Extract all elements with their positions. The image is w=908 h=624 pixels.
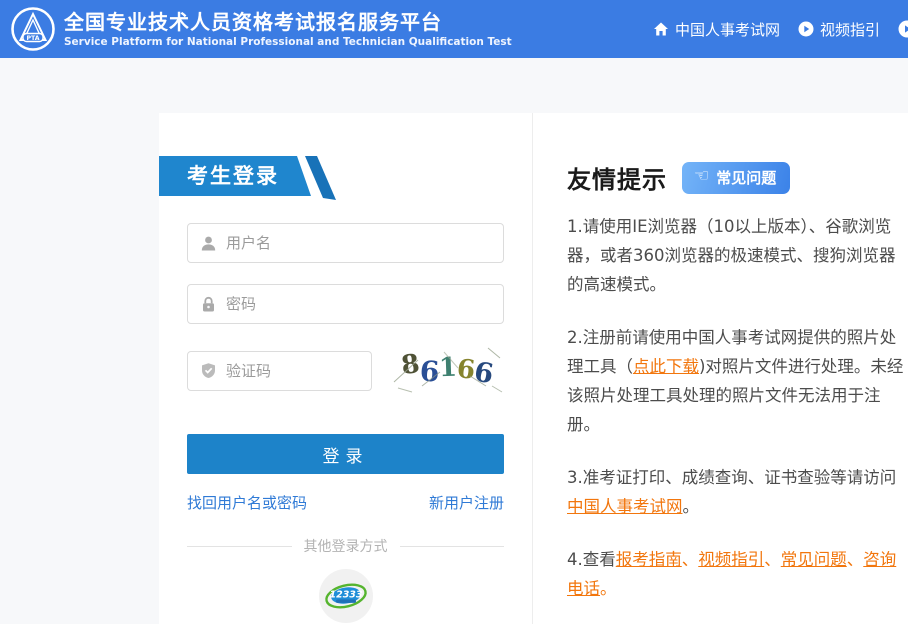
login-panel: 考生登录 <box>159 113 533 624</box>
user-icon <box>200 235 217 252</box>
tip-text: 1.请使用IE浏览器（10以上版本）、谷歌浏览器，或者360浏览器的极速模式、搜… <box>567 217 896 294</box>
other-login-divider: 其他登录方式 <box>187 536 504 556</box>
page: PTA 全国专业技术人员资格考试报名服务平台 Service Platform … <box>0 0 908 624</box>
tip-item: 2.注册前请使用中国人事考试网提供的照片处理工具（点此下载)对照片文件进行处理。… <box>567 323 908 439</box>
header-nav: 中国人事考试网 视频指引 <box>653 19 908 40</box>
page-title: 全国专业技术人员资格考试报名服务平台 <box>64 9 512 35</box>
play-icon-partial[interactable] <box>898 20 908 38</box>
captcha-input[interactable] <box>226 362 359 380</box>
tips-panel: 友情提示 ☜ 常见问题 1.请使用IE浏览器（10以上版本）、谷歌浏览器，或者3… <box>533 113 908 624</box>
login-button[interactable]: 登录 <box>187 434 504 474</box>
tip-text: 。 <box>683 497 700 516</box>
nav-link-label: 视频指引 <box>820 19 880 40</box>
nav-link-label: 中国人事考试网 <box>675 19 780 40</box>
cpta-logo-icon: PTA <box>10 6 56 52</box>
renshe-12333-login-button[interactable]: 12333 <box>319 569 373 623</box>
tips-header: 友情提示 ☜ 常见问题 <box>567 160 908 195</box>
tip-inline-link[interactable]: 报考指南 <box>616 550 682 569</box>
tips-list: 1.请使用IE浏览器（10以上版本）、谷歌浏览器，或者360浏览器的极速模式、搜… <box>567 212 908 603</box>
login-panel-ribbon: 考生登录 <box>159 156 337 202</box>
password-input[interactable] <box>226 295 491 313</box>
faq-button-label: 常见问题 <box>716 167 776 188</box>
password-field[interactable] <box>187 284 504 324</box>
tip-item: 3.准考证打印、成绩查询、证书查验等请访问中国人事考试网。 <box>567 463 908 521</box>
captcha-field[interactable] <box>187 351 372 391</box>
home-icon <box>653 21 669 37</box>
tip-item: 4.查看报考指南、视频指引、常见问题、咨询电话。 <box>567 545 908 603</box>
forgot-credentials-link[interactable]: 找回用户名或密码 <box>187 492 307 513</box>
tip-item: 1.请使用IE浏览器（10以上版本）、谷歌浏览器，或者360浏览器的极速模式、搜… <box>567 212 908 299</box>
login-form: 86166 登录 找回用户名或密码 <box>159 223 532 624</box>
nav-link-cpta-site[interactable]: 中国人事考试网 <box>653 19 780 40</box>
tip-text: 、 <box>764 550 781 569</box>
tip-text: 3.准考证打印、成绩查询、证书查验等请访问 <box>567 468 896 487</box>
shield-check-icon <box>200 362 217 379</box>
tip-text: 、 <box>847 550 864 569</box>
tip-inline-link[interactable]: 视频指引 <box>698 550 764 569</box>
page-subtitle: Service Platform for National Profession… <box>64 35 512 50</box>
logo-12333-icon: 12333 <box>324 581 368 611</box>
alt-login-methods: 12333 <box>187 569 504 623</box>
tip-text: 、 <box>682 550 699 569</box>
svg-text:PTA: PTA <box>26 35 39 42</box>
svg-text:12333: 12333 <box>329 590 362 601</box>
tip-text: 。 <box>600 579 617 598</box>
captcha-row: 86166 <box>187 324 504 396</box>
tip-inline-link[interactable]: 中国人事考试网 <box>567 497 683 516</box>
account-links: 找回用户名或密码 新用户注册 <box>187 492 504 513</box>
app-header: PTA 全国专业技术人员资格考试报名服务平台 Service Platform … <box>0 0 908 58</box>
tip-inline-link[interactable]: 点此下载 <box>633 357 699 376</box>
register-link[interactable]: 新用户注册 <box>429 492 504 513</box>
header-branding: PTA 全国专业技术人员资格考试报名服务平台 Service Platform … <box>10 6 512 52</box>
captcha-noise-lines <box>392 342 504 396</box>
nav-link-video-guide[interactable]: 视频指引 <box>798 19 880 40</box>
login-panel-title: 考生登录 <box>187 156 279 196</box>
username-field[interactable] <box>187 223 504 263</box>
other-login-label: 其他登录方式 <box>304 536 388 556</box>
captcha-image[interactable]: 86166 <box>392 342 504 396</box>
lock-icon <box>200 296 217 313</box>
tip-inline-link[interactable]: 常见问题 <box>781 550 847 569</box>
faq-button[interactable]: ☜ 常见问题 <box>682 162 790 194</box>
pointing-hand-icon: ☜ <box>694 168 709 185</box>
main-card: 考生登录 <box>159 113 908 624</box>
username-input[interactable] <box>226 234 491 252</box>
play-icon <box>798 21 814 37</box>
tip-text: 4.查看 <box>567 550 616 569</box>
tips-title: 友情提示 <box>567 160 667 195</box>
header-titles: 全国专业技术人员资格考试报名服务平台 Service Platform for … <box>64 9 512 50</box>
